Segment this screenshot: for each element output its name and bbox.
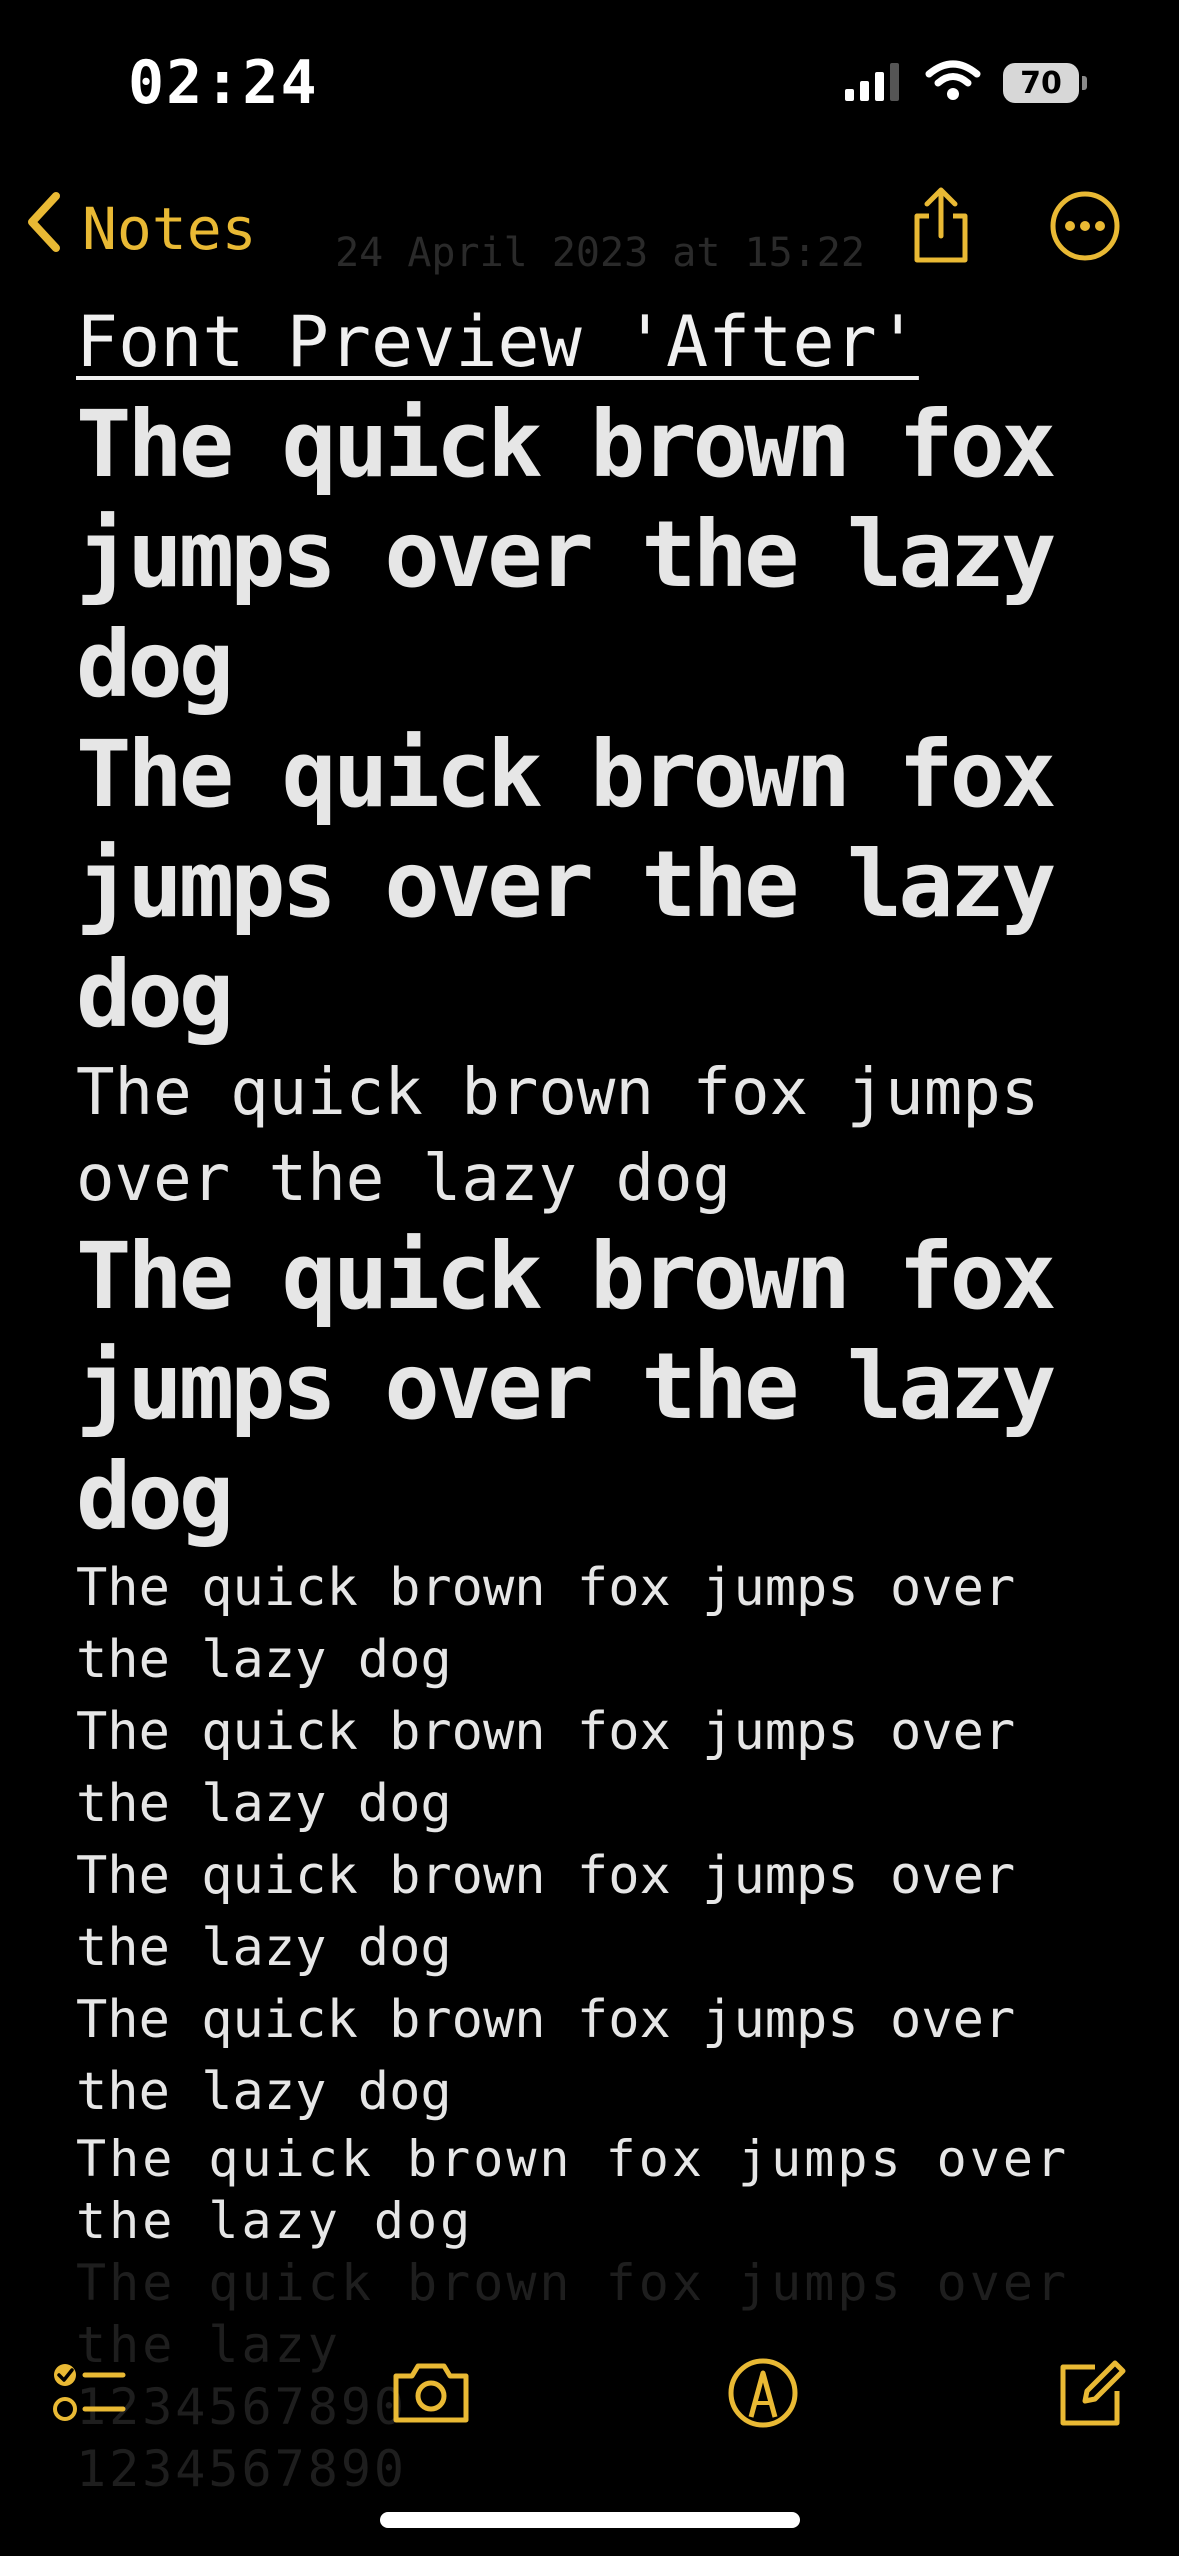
note-line: The quick brown fox jumps over the lazy … [76, 721, 1056, 1048]
cellular-signal-icon [843, 61, 903, 105]
nav-bar: 24 April 2023 at 15:22 Notes [0, 170, 1179, 280]
note-title: Font Preview 'After' [76, 301, 919, 383]
note-line: The quick brown fox jumps over the lazy … [76, 1846, 1016, 1978]
more-icon [1049, 190, 1121, 266]
note-line: The quick brown fox jumps over the lazy … [76, 1558, 1016, 1690]
home-indicator [380, 2512, 800, 2528]
checklist-button[interactable] [44, 2350, 134, 2440]
share-icon [909, 186, 973, 270]
wifi-icon [925, 60, 981, 106]
chevron-left-icon [24, 190, 64, 268]
note-line-faded: The quick brown fox jumps over [76, 2254, 1070, 2312]
note-line: The quick brown fox jumps over the lazy … [76, 2130, 1070, 2250]
markup-icon [727, 2357, 799, 2433]
note-line: The quick brown fox jumps over the lazy … [76, 1990, 1016, 2122]
note-date: 24 April 2023 at 15:22 [335, 230, 865, 276]
camera-icon [390, 2360, 472, 2430]
note-line: The quick brown fox jumps over the lazy … [76, 1223, 1056, 1550]
back-button[interactable]: Notes [24, 190, 257, 268]
note-line: The quick brown fox jumps over the lazy … [76, 1702, 1016, 1834]
camera-button[interactable] [386, 2350, 476, 2440]
bottom-toolbar [0, 2340, 1179, 2450]
note-line: The quick brown fox jumps over the lazy … [76, 391, 1056, 718]
compose-icon [1055, 2357, 1127, 2433]
status-time: 02:24 [128, 48, 319, 118]
note-body[interactable]: Font Preview 'After' The quick brown fox… [76, 300, 1116, 2500]
nav-actions [897, 184, 1129, 272]
checklist-icon [51, 2357, 127, 2433]
share-button[interactable] [897, 184, 985, 272]
note-line: The quick brown fox jumps over the lazy … [76, 1056, 1040, 1216]
compose-button[interactable] [1046, 2350, 1136, 2440]
battery-icon: 70 [1003, 63, 1087, 103]
status-bar: 02:24 70 [0, 0, 1179, 160]
markup-button[interactable] [718, 2350, 808, 2440]
back-button-label: Notes [82, 195, 257, 263]
more-button[interactable] [1041, 184, 1129, 272]
status-icons: 70 [843, 60, 1087, 106]
